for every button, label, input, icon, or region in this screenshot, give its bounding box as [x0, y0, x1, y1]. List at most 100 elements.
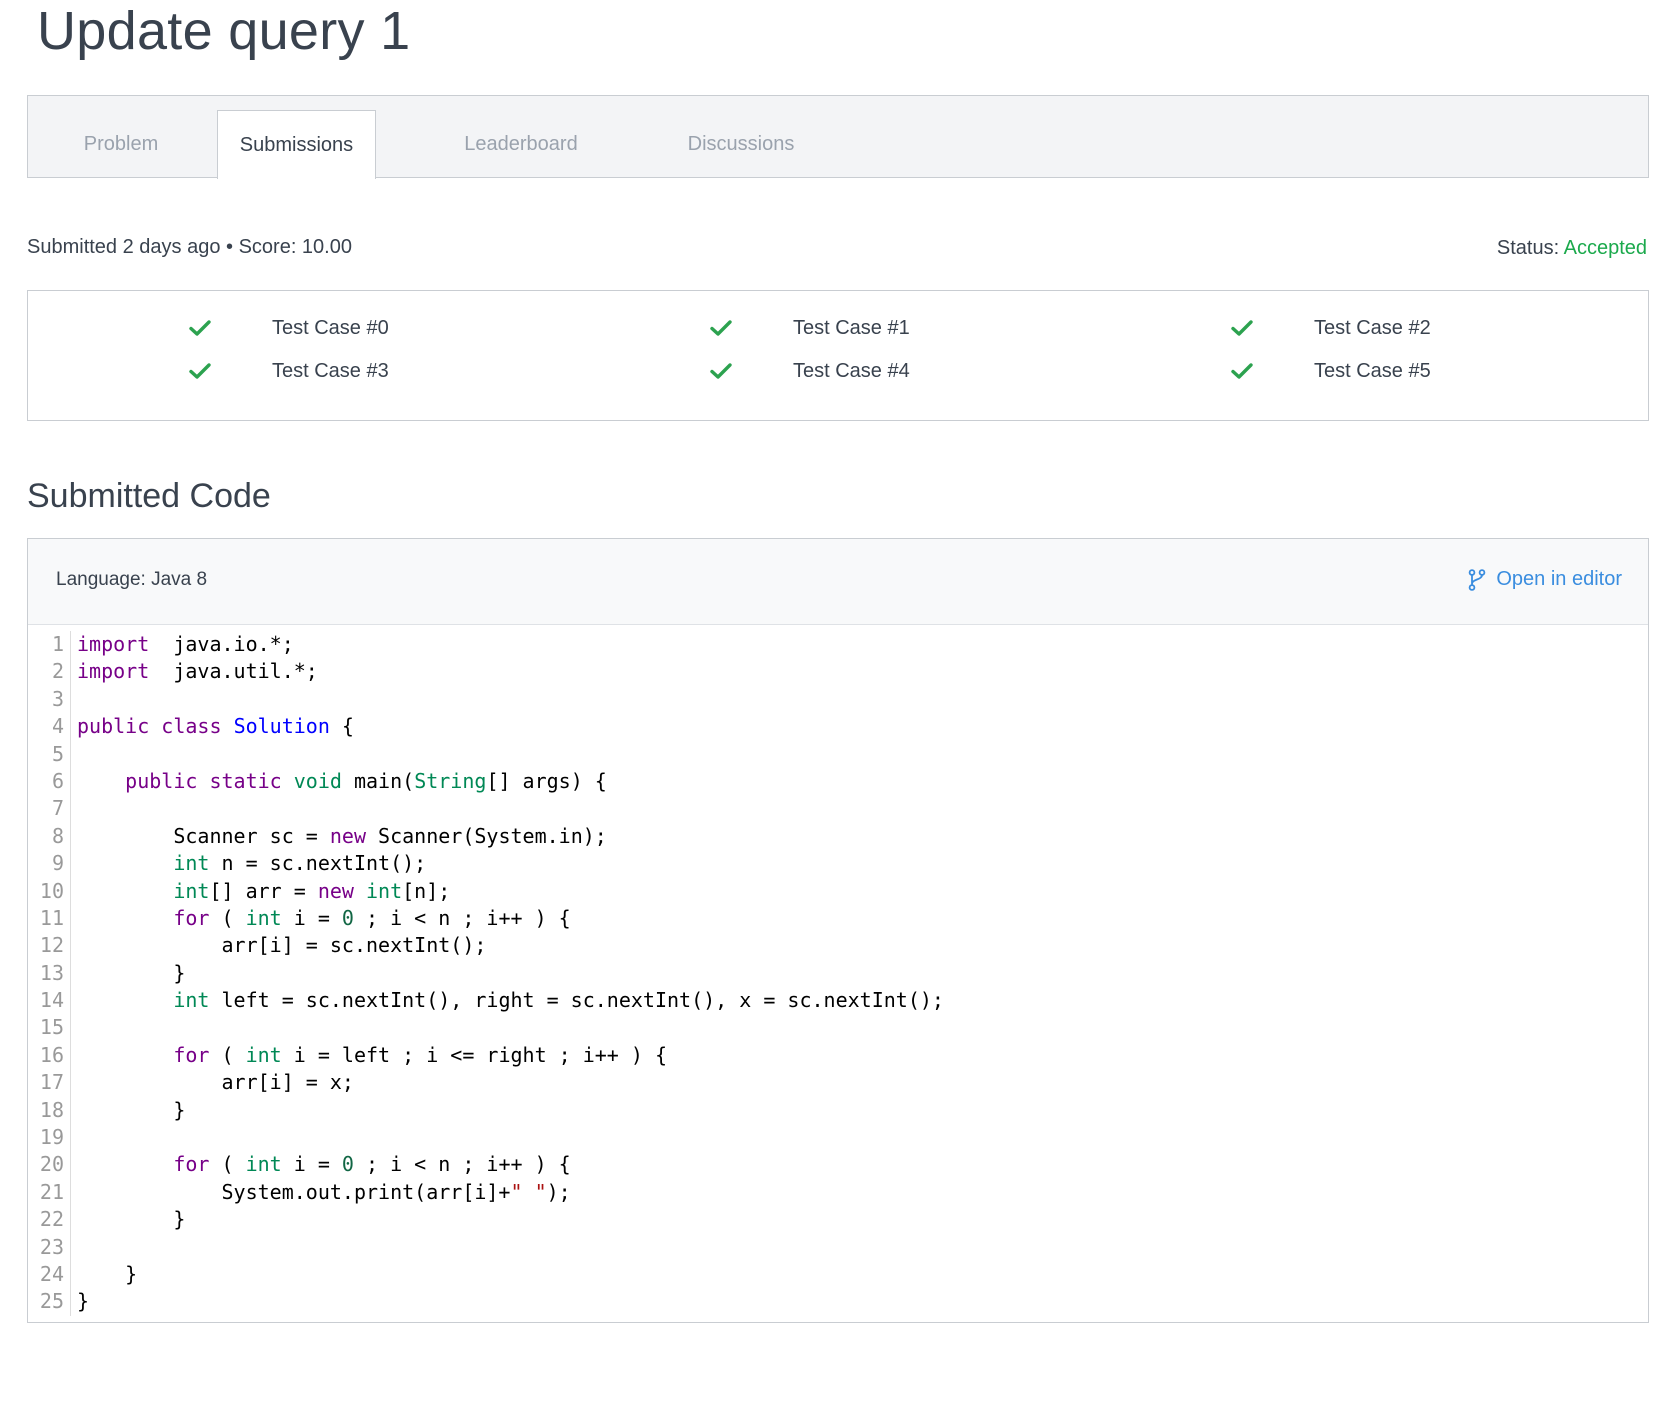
test-case-item[interactable]: Test Case #2 [1230, 313, 1431, 343]
code-line: 2 import java.util.*; [28, 658, 1648, 686]
code-text: arr[i] = x; [77, 1070, 354, 1095]
code-text: public class Solution { [77, 714, 354, 739]
line-number: 16 [28, 1041, 71, 1070]
test-case-item[interactable]: Test Case #5 [1230, 356, 1431, 386]
code-line: 18 } [28, 1096, 1648, 1125]
code-text: } [77, 1261, 138, 1286]
line-number: 12 [28, 932, 71, 960]
code-line: 17 arr[i] = x; [28, 1069, 1648, 1097]
check-icon [710, 363, 732, 379]
test-case-item[interactable]: Test Case #0 [188, 313, 389, 343]
code-text: int n = sc.nextInt(); [173, 851, 427, 876]
test-case-item[interactable]: Test Case #4 [709, 356, 910, 386]
code-line: 1 import java.io.*; [28, 631, 1648, 659]
code-header: Language: Java 8 Open in editor [28, 539, 1648, 625]
code-line: 7 [28, 795, 1648, 823]
code-line: 10 int[] arr = new int[n]; [28, 877, 1648, 905]
test-case-item[interactable]: Test Case #1 [709, 313, 910, 343]
language-label: Language: Java 8 [56, 569, 208, 590]
code-line: 13 } [28, 959, 1648, 988]
code-text: } [77, 1289, 90, 1314]
submitted-code-title: Submitted Code [27, 477, 271, 515]
code-text: int[] arr = new int[n]; [173, 878, 451, 903]
code-line: 20 for ( int i = 0 ; i < n ; i++ ) { [28, 1151, 1648, 1179]
line-number: 10 [28, 877, 71, 905]
line-number: 1 [28, 631, 71, 659]
code-line: 24 } [28, 1260, 1648, 1289]
code-line: 9 int n = sc.nextInt(); [28, 850, 1648, 878]
tab-leaderboard[interactable]: Leaderboard [428, 110, 614, 178]
check-icon [710, 320, 732, 336]
code-text: public static void main(String[] args) { [125, 768, 607, 793]
line-number: 20 [28, 1151, 71, 1179]
line-number: 4 [28, 713, 71, 741]
code-line: 15 [28, 1014, 1648, 1042]
code-text: for ( int i = left ; i <= right ; i++ ) … [173, 1042, 668, 1067]
line-number: 21 [28, 1178, 71, 1207]
line-number: 25 [28, 1288, 71, 1316]
code-line: 8 Scanner sc = new Scanner(System.in); [28, 822, 1648, 851]
code-line: 14 int left = sc.nextInt(), right = sc.n… [28, 987, 1648, 1015]
tab-bar: Problem Submissions Leaderboard Discussi… [27, 95, 1649, 179]
line-number: 6 [28, 767, 71, 796]
line-number: 15 [28, 1014, 71, 1042]
tab-discussions[interactable]: Discussions [648, 110, 834, 178]
code-line: 16 for ( int i = left ; i <= right ; i++… [28, 1041, 1648, 1070]
test-case-panel: Test Case #0 Test Case #1 Test Case #2 T… [27, 290, 1649, 421]
test-case-item[interactable]: Test Case #3 [188, 356, 389, 386]
code-text: arr[i] = sc.nextInt(); [77, 933, 487, 958]
test-case-label: Test Case #4 [793, 359, 910, 382]
line-number: 22 [28, 1206, 71, 1234]
test-case-label: Test Case #5 [1314, 359, 1431, 382]
line-number: 7 [28, 795, 71, 823]
code-line: 5 [28, 740, 1648, 768]
code-text: for ( int i = 0 ; i < n ; i++ ) { [173, 905, 571, 930]
line-number: 5 [28, 740, 71, 768]
line-number: 8 [28, 822, 71, 851]
tab-submissions[interactable]: Submissions [217, 110, 376, 179]
line-number: 9 [28, 850, 71, 878]
test-case-label: Test Case #3 [272, 359, 389, 382]
page-title: Update query 1 [37, 1, 411, 61]
line-number: 3 [28, 685, 71, 714]
submission-meta: Submitted 2 days ago • Score: 10.00 [27, 236, 352, 258]
code-line: 23 [28, 1233, 1648, 1261]
check-icon [1231, 363, 1253, 379]
line-number: 18 [28, 1096, 71, 1125]
code-line: 3 [28, 685, 1648, 714]
code-editor[interactable]: 1 import java.io.*; 2 import java.util.*; 3 4… [28, 625, 1648, 1316]
code-text: } [77, 960, 186, 985]
code-line: 6 public static void main(String[] args)… [28, 767, 1648, 796]
code-line: 21 System.out.print(arr[i]+" "); [28, 1178, 1648, 1207]
line-number: 13 [28, 959, 71, 988]
check-icon [189, 363, 211, 379]
line-number: 14 [28, 987, 71, 1015]
code-text: import java.io.*; [77, 632, 294, 656]
code-line: 4 public class Solution { [28, 713, 1648, 741]
status-label: Status: [1496, 237, 1560, 259]
code-text: } [77, 1097, 186, 1122]
code-text: int left = sc.nextInt(), right = sc.next… [173, 988, 944, 1013]
tab-problem[interactable]: Problem [28, 110, 214, 178]
code-line: 11 for ( int i = 0 ; i < n ; i++ ) { [28, 904, 1648, 933]
code-text: Scanner sc = new Scanner(System.in); [77, 823, 607, 848]
code-line: 19 [28, 1124, 1648, 1152]
test-case-label: Test Case #0 [272, 316, 389, 339]
check-icon [1231, 320, 1253, 336]
code-text: System.out.print(arr[i]+" "); [77, 1179, 571, 1204]
line-number: 2 [28, 658, 71, 686]
status-badge: Accepted [1563, 237, 1647, 259]
open-in-editor-label: Open in editor [1496, 568, 1622, 590]
code-line: 25} [28, 1288, 1648, 1316]
code-text: for ( int i = 0 ; i < n ; i++ ) { [173, 1152, 571, 1177]
line-number: 19 [28, 1124, 71, 1152]
code-line: 22 } [28, 1206, 1648, 1234]
code-text: import java.util.*; [77, 659, 318, 684]
open-in-editor-link[interactable]: Open in editor [1468, 568, 1622, 591]
git-branch-icon [1469, 568, 1486, 591]
